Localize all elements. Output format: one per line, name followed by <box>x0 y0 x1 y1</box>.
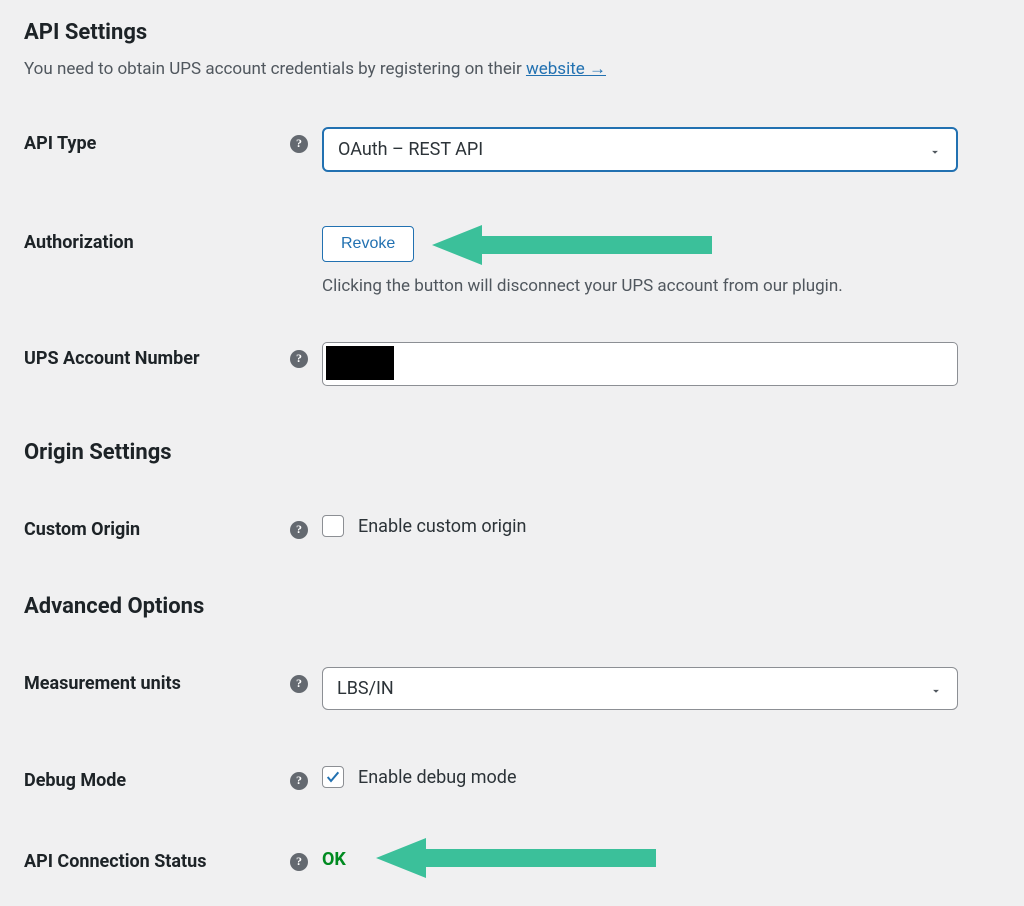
chevron-down-icon <box>929 682 943 696</box>
api-settings-description: You need to obtain UPS account credentia… <box>24 59 1000 79</box>
website-link[interactable]: website → <box>526 59 606 79</box>
measurement-units-select[interactable]: LBS/IN <box>322 667 958 710</box>
api-connection-status-value: OK <box>322 845 346 870</box>
help-icon[interactable]: ? <box>290 135 308 153</box>
custom-origin-checkbox-label: Enable custom origin <box>358 516 527 537</box>
debug-mode-checkbox[interactable] <box>322 766 344 788</box>
chevron-down-icon <box>928 143 942 157</box>
debug-mode-checkbox-label: Enable debug mode <box>358 767 517 788</box>
help-icon[interactable]: ? <box>290 675 308 693</box>
redacted-block <box>326 346 394 380</box>
help-icon[interactable]: ? <box>290 350 308 368</box>
measurement-units-label: Measurement units <box>24 673 181 694</box>
custom-origin-label: Custom Origin <box>24 519 140 540</box>
api-connection-status-label: API Connection Status <box>24 851 206 872</box>
origin-settings-heading: Origin Settings <box>24 440 1000 465</box>
ups-account-number-input[interactable] <box>322 342 958 386</box>
authorization-hint: Clicking the button will disconnect your… <box>322 276 958 296</box>
api-type-label: API Type <box>24 133 96 154</box>
advanced-options-heading: Advanced Options <box>24 594 1000 619</box>
help-icon[interactable]: ? <box>290 772 308 790</box>
help-icon[interactable]: ? <box>290 853 308 871</box>
api-settings-heading: API Settings <box>24 20 1000 45</box>
revoke-button[interactable]: Revoke <box>322 226 414 262</box>
arrow-annotation-icon <box>432 222 712 272</box>
help-icon[interactable]: ? <box>290 521 308 539</box>
arrow-annotation-icon <box>376 835 656 885</box>
debug-mode-label: Debug Mode <box>24 770 126 791</box>
ups-account-number-label: UPS Account Number <box>24 348 200 369</box>
custom-origin-checkbox[interactable] <box>322 515 344 537</box>
authorization-label: Authorization <box>24 232 134 253</box>
api-type-select[interactable]: OAuth – REST API <box>322 127 958 172</box>
